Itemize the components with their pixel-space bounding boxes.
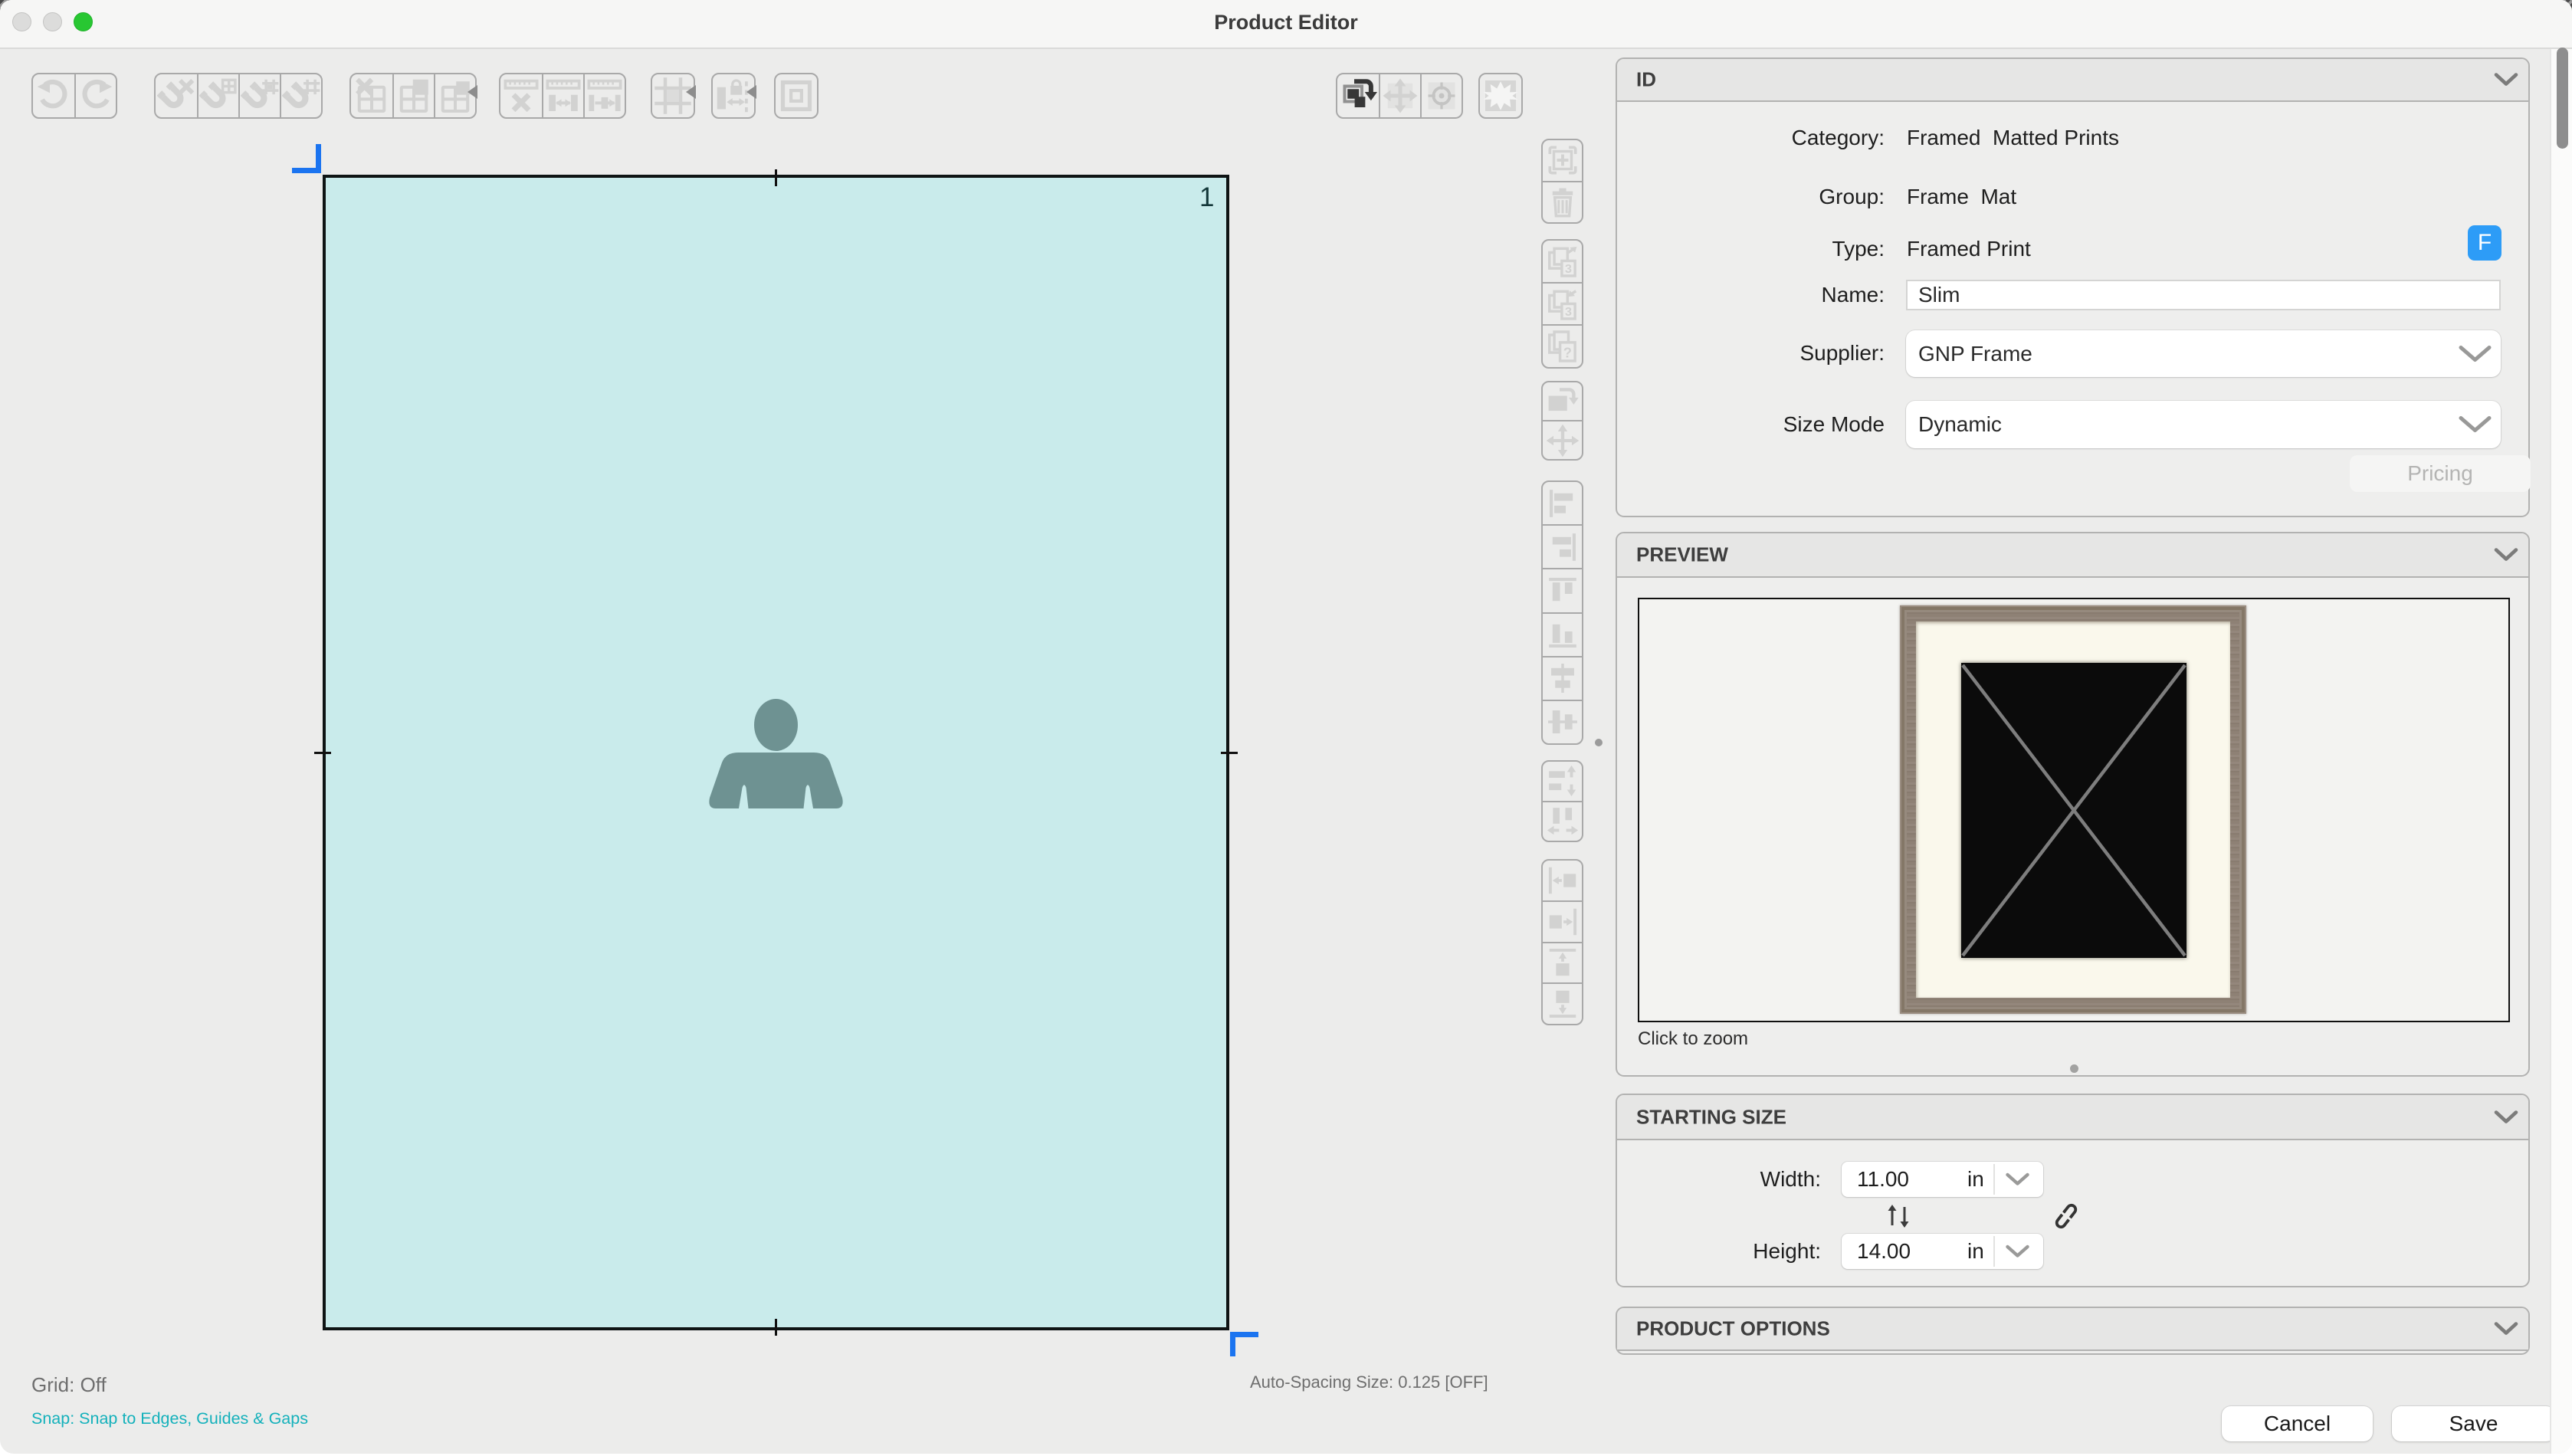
svg-text:?: ?: [1563, 345, 1571, 361]
svg-text:3: 3: [1564, 304, 1571, 318]
svg-text:3: 3: [1564, 262, 1571, 276]
